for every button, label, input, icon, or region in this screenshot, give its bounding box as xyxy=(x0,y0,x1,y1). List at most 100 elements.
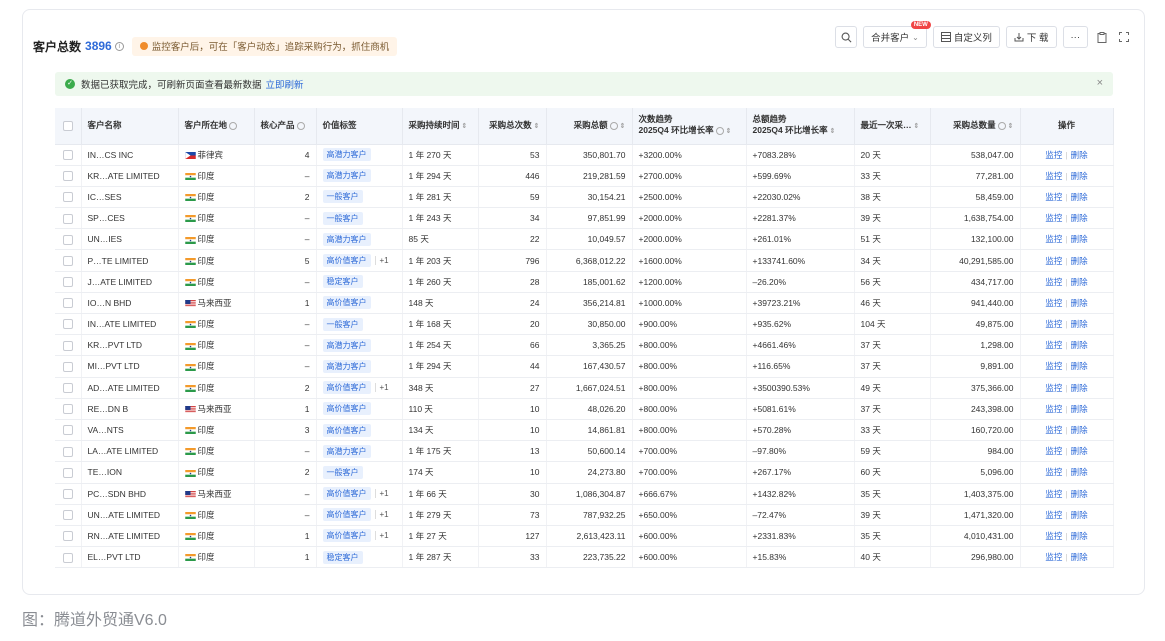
col-amount[interactable]: 采购总额 ⇕ xyxy=(546,108,633,145)
core-product-count[interactable]: – xyxy=(254,440,317,463)
purchase-times-link[interactable]: 44 xyxy=(478,355,547,378)
table-row[interactable]: P…TE LIMITED 印度 5 高价值客户 +1 1 年 203 天 796 6,368,… xyxy=(55,249,1114,272)
col-amount-trend[interactable]: 总额趋势 2025Q4 环比增长率 ⇕ xyxy=(746,108,855,145)
monitor-link[interactable]: 监控 xyxy=(1045,531,1062,541)
sort-icon[interactable]: ⇕ xyxy=(914,123,920,130)
delete-link[interactable]: 删除 xyxy=(1071,361,1088,371)
more-tags-badge[interactable]: +1 xyxy=(374,383,389,393)
core-product-count[interactable]: – xyxy=(254,504,317,526)
row-checkbox[interactable] xyxy=(62,446,73,457)
clipboard-icon[interactable] xyxy=(1094,26,1110,48)
table-row[interactable]: IN…ATE LIMITED 印度 – 一般客户 1 年 168 天 20 30,850.0… xyxy=(55,313,1114,336)
more-tags-badge[interactable]: +1 xyxy=(374,256,389,266)
purchase-times-link[interactable]: 24 xyxy=(478,292,547,315)
row-checkbox[interactable] xyxy=(62,213,73,224)
monitor-link[interactable]: 监控 xyxy=(1045,256,1062,266)
customer-name-link[interactable]: UN…IES xyxy=(81,228,179,251)
core-product-count[interactable]: – xyxy=(254,271,317,293)
core-product-count[interactable]: – xyxy=(254,228,317,251)
delete-link[interactable]: 删除 xyxy=(1071,552,1088,562)
customer-name-link[interactable]: SP…CES xyxy=(81,207,179,230)
monitor-link[interactable]: 监控 xyxy=(1045,446,1062,456)
core-product-count[interactable]: 1 xyxy=(254,292,317,315)
row-checkbox[interactable] xyxy=(62,404,73,415)
monitor-link[interactable]: 监控 xyxy=(1045,298,1062,308)
customer-name-link[interactable]: LA…ATE LIMITED xyxy=(81,440,179,463)
delete-link[interactable]: 删除 xyxy=(1071,383,1088,393)
customer-name-link[interactable]: EL…PVT LTD xyxy=(81,546,179,569)
customer-name-link[interactable]: VA…NTS xyxy=(81,419,179,442)
customer-name-link[interactable]: P…TE LIMITED xyxy=(81,249,179,272)
purchase-times-link[interactable]: 127 xyxy=(478,525,547,548)
purchase-times-link[interactable]: 796 xyxy=(478,249,547,272)
table-row[interactable]: IC…SES 印度 2 一般客户 1 年 281 天 59 30,154.21 +2500.0… xyxy=(55,186,1114,209)
row-checkbox[interactable] xyxy=(62,383,73,394)
monitor-link[interactable]: 监控 xyxy=(1045,552,1062,562)
monitor-link[interactable]: 监控 xyxy=(1045,234,1062,244)
core-product-count[interactable]: – xyxy=(254,355,317,378)
delete-link[interactable]: 删除 xyxy=(1071,192,1088,202)
col-quantity[interactable]: 采购总数量 ⇕ xyxy=(930,108,1021,145)
custom-columns-button[interactable]: 自定义列 xyxy=(932,26,1000,48)
table-row[interactable]: SP…CES 印度 – 一般客户 1 年 243 天 34 97,851.99 +2000.0… xyxy=(55,207,1114,230)
monitor-link[interactable]: 监控 xyxy=(1045,340,1062,350)
download-button[interactable]: 下 载 xyxy=(1005,26,1057,48)
monitor-link[interactable]: 监控 xyxy=(1045,425,1062,435)
delete-link[interactable]: 删除 xyxy=(1071,404,1088,414)
core-product-count[interactable]: 4 xyxy=(254,144,317,166)
delete-link[interactable]: 删除 xyxy=(1071,277,1088,287)
monitor-link[interactable]: 监控 xyxy=(1045,489,1062,499)
customer-name-link[interactable]: KR…PVT LTD xyxy=(81,334,179,357)
delete-link[interactable]: 删除 xyxy=(1071,340,1088,350)
delete-link[interactable]: 删除 xyxy=(1071,213,1088,223)
delete-link[interactable]: 删除 xyxy=(1071,171,1088,181)
info-icon[interactable] xyxy=(296,122,305,130)
purchase-times-link[interactable]: 28 xyxy=(478,271,547,293)
delete-link[interactable]: 删除 xyxy=(1071,319,1088,329)
row-checkbox[interactable] xyxy=(62,192,73,203)
core-product-count[interactable]: – xyxy=(254,313,317,336)
purchase-times-link[interactable]: 34 xyxy=(478,207,547,230)
info-icon[interactable] xyxy=(609,121,618,130)
delete-link[interactable]: 删除 xyxy=(1071,446,1088,456)
table-row[interactable]: VA…NTS 印度 3 高价值客户 134 天 10 14,861.81 +800.00% +5… xyxy=(55,419,1114,442)
table-row[interactable]: LA…ATE LIMITED 印度 – 高潜力客户 1 年 175 天 13 50,600.… xyxy=(55,440,1114,463)
merge-customers-button[interactable]: 合并客户 ⌄ NEW xyxy=(863,21,931,48)
row-checkbox[interactable] xyxy=(62,510,73,521)
purchase-times-link[interactable]: 10 xyxy=(478,398,547,420)
table-row[interactable]: J…ATE LIMITED 印度 – 稳定客户 1 年 260 天 28 185,001.6… xyxy=(55,271,1114,293)
row-checkbox[interactable] xyxy=(62,234,73,245)
monitor-link[interactable]: 监控 xyxy=(1045,277,1062,287)
table-row[interactable]: KR…PVT LTD 印度 – 高潜力客户 1 年 254 天 66 3,365.25 +80… xyxy=(55,334,1114,357)
core-product-count[interactable]: – xyxy=(254,165,317,187)
customer-name-link[interactable]: KR…ATE LIMITED xyxy=(81,165,179,187)
row-checkbox[interactable] xyxy=(62,171,73,182)
purchase-times-link[interactable]: 59 xyxy=(478,186,547,209)
purchase-times-link[interactable]: 10 xyxy=(478,419,547,442)
table-row[interactable]: RN…ATE LIMITED 印度 1 高价值客户 +1 1 年 27 天 127 2,613… xyxy=(55,525,1114,548)
col-last-purchase[interactable]: 最近一次采… ⇕ xyxy=(854,108,931,145)
monitor-link[interactable]: 监控 xyxy=(1045,510,1062,520)
monitor-link[interactable]: 监控 xyxy=(1045,467,1062,477)
purchase-times-link[interactable]: 10 xyxy=(478,461,547,484)
table-row[interactable]: IN…CS INC 菲律宾 4 高潜力客户 1 年 270 天 53 350,801.70 +… xyxy=(55,144,1114,166)
info-icon[interactable] xyxy=(229,122,238,130)
core-product-count[interactable]: – xyxy=(254,207,317,230)
more-tags-badge[interactable]: +1 xyxy=(374,510,389,520)
table-row[interactable]: IO…N BHD 马来西亚 1 高价值客户 148 天 24 356,214.81 +1000… xyxy=(55,292,1114,315)
sort-icon[interactable]: ⇕ xyxy=(726,128,732,135)
row-checkbox[interactable] xyxy=(62,425,73,436)
monitor-link[interactable]: 监控 xyxy=(1045,150,1062,160)
delete-link[interactable]: 删除 xyxy=(1071,234,1088,244)
col-count-trend[interactable]: 次数趋势 2025Q4 环比增长率 ⇕ xyxy=(632,108,747,145)
delete-link[interactable]: 删除 xyxy=(1071,425,1088,435)
fullscreen-icon[interactable] xyxy=(1116,26,1132,48)
table-row[interactable]: KR…ATE LIMITED 印度 – 高潜力客户 1 年 294 天 446 219,28… xyxy=(55,165,1114,187)
col-times[interactable]: 采购总次数 ⇕ xyxy=(478,108,547,145)
close-icon[interactable]: × xyxy=(1097,77,1103,89)
table-row[interactable]: TE…ION 印度 2 一般客户 174 天 10 24,273.80 +700.00% +26… xyxy=(55,461,1114,484)
purchase-times-link[interactable]: 13 xyxy=(478,440,547,463)
purchase-times-link[interactable]: 33 xyxy=(478,546,547,569)
more-button[interactable]: ··· xyxy=(1062,26,1088,48)
customer-name-link[interactable]: TE…ION xyxy=(81,461,179,484)
